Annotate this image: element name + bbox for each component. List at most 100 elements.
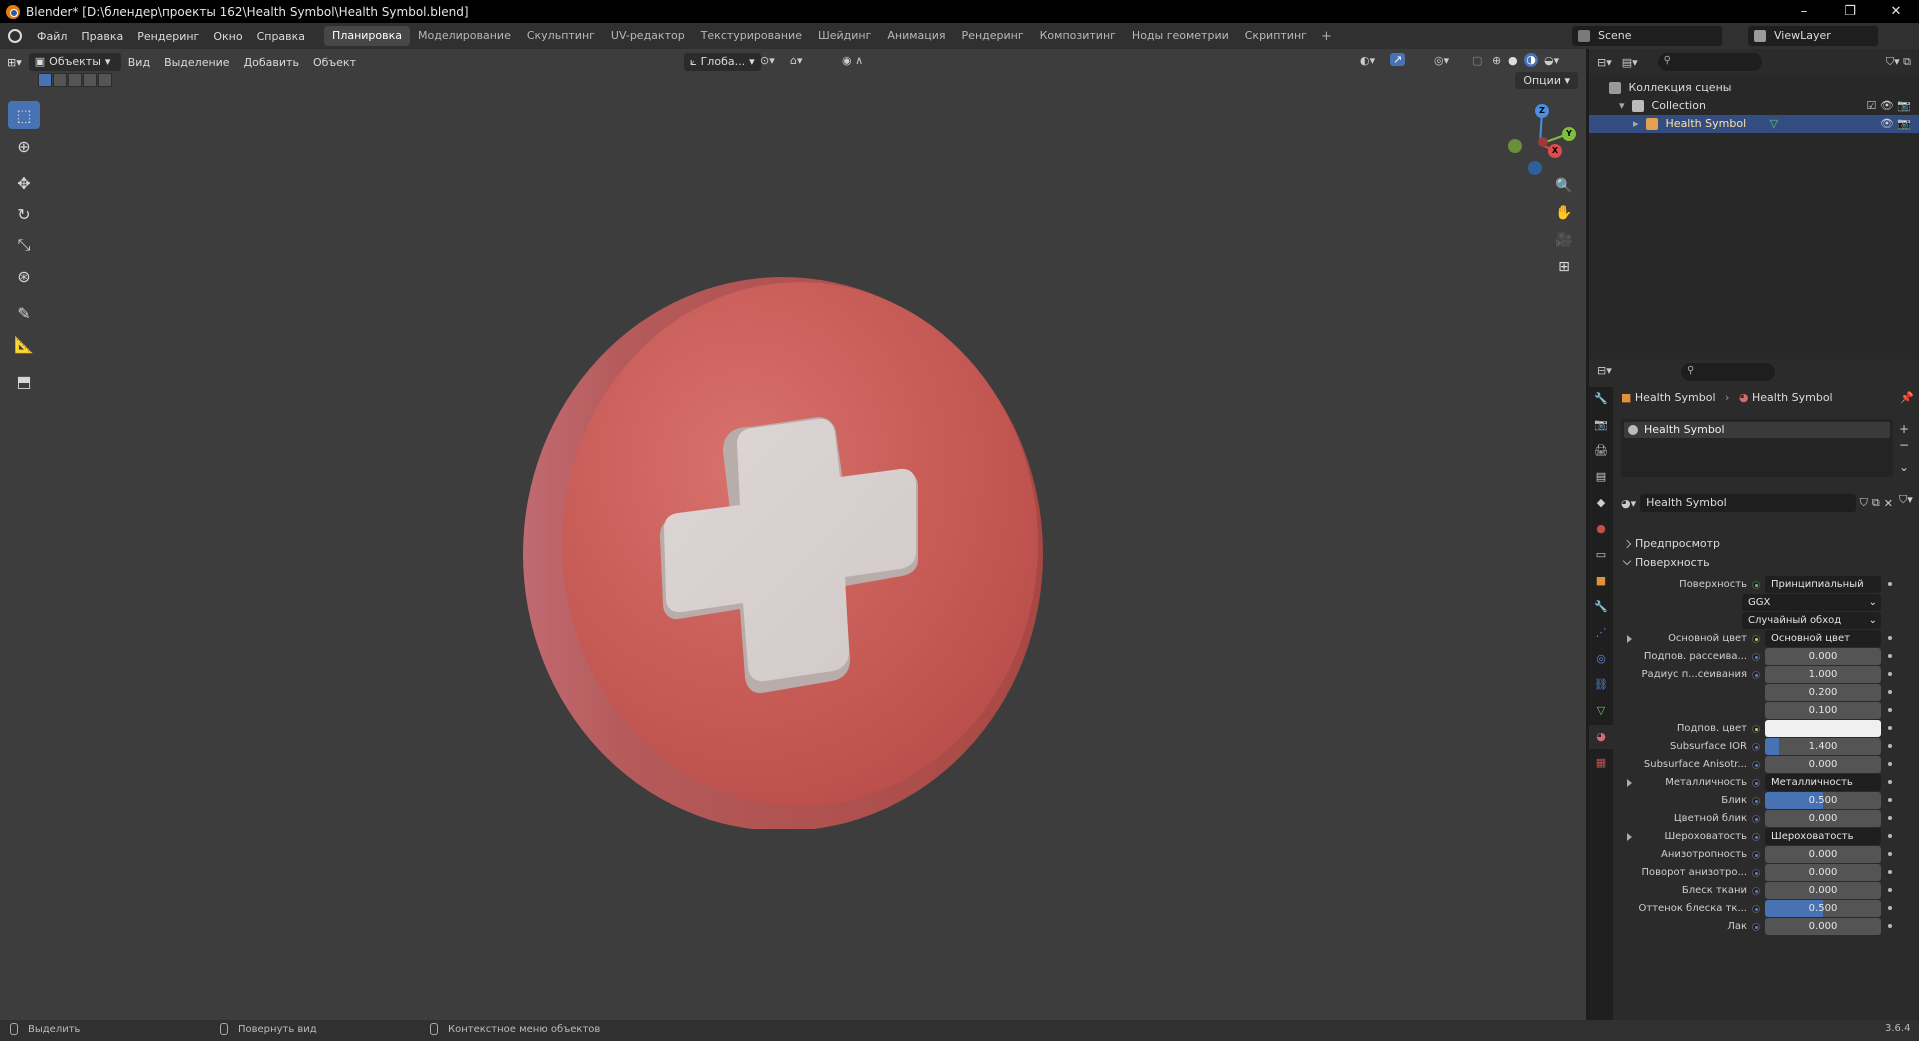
select-box-tool-icon[interactable]: ⬚ [8, 101, 40, 129]
color-swatch[interactable] [1765, 720, 1881, 737]
expand-arrow-icon[interactable]: ▸ [1633, 117, 1639, 130]
visibility-icon[interactable]: ◐▾ [1360, 54, 1375, 67]
gizmo-neg-y[interactable] [1508, 139, 1522, 153]
keyframe-dot-icon[interactable] [1888, 582, 1892, 586]
output-tab-icon[interactable]: 🖨 [1589, 439, 1613, 463]
editor-type-icon[interactable]: ⊟▾ [1597, 56, 1612, 69]
xray-icon[interactable]: ▢ [1472, 54, 1482, 67]
node-filter-icon[interactable]: ⛉▾ [1899, 493, 1913, 507]
socket-link-icon[interactable] [1752, 797, 1760, 805]
property-link-field[interactable]: Принципиальный BSDF [1765, 576, 1881, 593]
tab-geometry-nodes[interactable]: Ноды геометрии [1124, 26, 1237, 46]
wireframe-shading-icon[interactable]: ⊕ [1492, 54, 1501, 67]
material-tab-icon[interactable]: ◕ [1589, 725, 1613, 749]
expand-arrow-icon[interactable] [1627, 635, 1632, 643]
physics-tab-icon[interactable]: ◎ [1589, 647, 1613, 671]
keyframe-dot-icon[interactable] [1888, 780, 1892, 784]
fake-user-icon[interactable]: ⛉ [1860, 496, 1868, 510]
cursor-tool-icon[interactable]: ⊕ [8, 132, 40, 160]
constraints-tab-icon[interactable]: ⛓ [1589, 673, 1613, 697]
socket-link-icon[interactable] [1752, 815, 1760, 823]
move-tool-icon[interactable]: ✥ [8, 169, 40, 197]
select-invert-icon[interactable] [83, 73, 97, 87]
pan-hand-icon[interactable]: ✋ [1552, 201, 1576, 225]
add-slot-button[interactable]: + [1899, 421, 1909, 437]
property-link-field[interactable]: Шероховатость [1765, 828, 1881, 845]
tab-layout[interactable]: Планировка [324, 26, 411, 46]
tab-modeling[interactable]: Моделирование [410, 26, 519, 46]
rotate-tool-icon[interactable]: ↻ [8, 200, 40, 228]
duplicate-material-icon[interactable]: ⧉ [1872, 496, 1880, 510]
property-value-field[interactable]: 0.000 [1765, 846, 1881, 863]
property-value-field[interactable]: 0.000 [1765, 756, 1881, 773]
menu-add[interactable]: Добавить [237, 56, 306, 69]
menu-file[interactable]: Файл [30, 30, 74, 43]
transform-tool-icon[interactable]: ⊛ [8, 262, 40, 290]
particles-tab-icon[interactable]: ⋰ [1589, 621, 1613, 645]
select-subtract-icon[interactable] [68, 73, 82, 87]
view-layer-tab-icon[interactable]: ▤ [1589, 465, 1613, 489]
tab-rendering[interactable]: Рендеринг [954, 26, 1032, 46]
socket-link-icon[interactable] [1752, 833, 1760, 841]
gizmo-z-axis[interactable]: Z [1535, 104, 1549, 118]
expand-arrow-icon[interactable]: ▾ [1619, 99, 1625, 112]
editor-type-icon[interactable]: ⊞▾ [0, 56, 29, 69]
keyframe-dot-icon[interactable] [1888, 816, 1892, 820]
keyframe-dot-icon[interactable] [1888, 744, 1892, 748]
expand-arrow-icon[interactable] [1627, 833, 1632, 841]
object-tab-icon[interactable]: ■ [1589, 569, 1613, 593]
property-link-field[interactable]: Металличность [1765, 774, 1881, 791]
socket-link-icon[interactable] [1752, 653, 1760, 661]
socket-link-icon[interactable] [1752, 851, 1760, 859]
camera-view-icon[interactable]: 🎥 [1552, 228, 1576, 252]
menu-edit[interactable]: Правка [74, 30, 130, 43]
keyframe-dot-icon[interactable] [1888, 690, 1892, 694]
select-extend-icon[interactable] [53, 73, 67, 87]
blender-menu-icon[interactable] [8, 29, 22, 43]
outliner-collection[interactable]: ▾ Collection ☑ 👁 📷 [1589, 97, 1919, 115]
browse-material-icon[interactable]: ◕▾ [1621, 497, 1636, 510]
keyframe-dot-icon[interactable] [1888, 906, 1892, 910]
keyframe-dot-icon[interactable] [1888, 888, 1892, 892]
socket-link-icon[interactable] [1752, 725, 1760, 733]
property-value-field[interactable]: 0.000 [1765, 882, 1881, 899]
property-value-field[interactable]: 0.000 [1765, 810, 1881, 827]
gizmo-neg-z[interactable] [1528, 161, 1542, 175]
socket-link-icon[interactable] [1752, 887, 1760, 895]
keyframe-dot-icon[interactable] [1888, 798, 1892, 802]
tab-shading[interactable]: Шейдинг [810, 26, 879, 46]
overlay-icon[interactable]: ◎▾ [1434, 54, 1449, 67]
tab-uv-editing[interactable]: UV-редактор [603, 26, 693, 46]
annotate-tool-icon[interactable]: ✎ [8, 299, 40, 327]
perspective-grid-icon[interactable]: ⊞ [1552, 255, 1576, 279]
menu-render[interactable]: Рендеринг [130, 30, 206, 43]
socket-link-icon[interactable] [1752, 923, 1760, 931]
close-button[interactable]: ✕ [1873, 0, 1919, 23]
tab-texture-paint[interactable]: Текстурирование [693, 26, 810, 46]
keyframe-dot-icon[interactable] [1888, 924, 1892, 928]
gizmo-x-axis[interactable]: X [1548, 144, 1562, 158]
remove-slot-button[interactable]: − [1899, 437, 1909, 453]
gizmo-y-axis[interactable]: Y [1562, 127, 1576, 141]
socket-link-icon[interactable] [1752, 743, 1760, 751]
keyframe-dot-icon[interactable] [1888, 852, 1892, 856]
material-slot[interactable]: Health Symbol [1624, 422, 1890, 438]
keyframe-dot-icon[interactable] [1888, 834, 1892, 838]
socket-link-icon[interactable] [1752, 905, 1760, 913]
keyframe-dot-icon[interactable] [1888, 708, 1892, 712]
scene-selector[interactable]: Scene [1572, 26, 1722, 46]
socket-link-icon[interactable] [1752, 869, 1760, 877]
menu-select[interactable]: Выделение [157, 56, 237, 69]
property-dropdown[interactable]: Случайный обход ⌄ [1742, 612, 1881, 629]
socket-link-icon[interactable] [1752, 635, 1760, 643]
select-intersect-icon[interactable] [98, 73, 112, 87]
keyframe-dot-icon[interactable] [1888, 636, 1892, 640]
outliner-object-health-symbol[interactable]: ▸ Health Symbol ▽ 👁 📷 [1589, 115, 1919, 133]
transform-orientation-dropdown[interactable]: ⟀ Глоба... ▾ [684, 53, 761, 71]
minimize-button[interactable]: – [1781, 0, 1827, 23]
mode-dropdown[interactable]: ▣ Объекты ▾ [28, 53, 121, 71]
keyframe-dot-icon[interactable] [1888, 654, 1892, 658]
socket-link-icon[interactable] [1752, 671, 1760, 679]
scene-tab-icon[interactable]: ◆ [1589, 491, 1613, 515]
zoom-icon[interactable]: 🔍 [1552, 174, 1576, 198]
